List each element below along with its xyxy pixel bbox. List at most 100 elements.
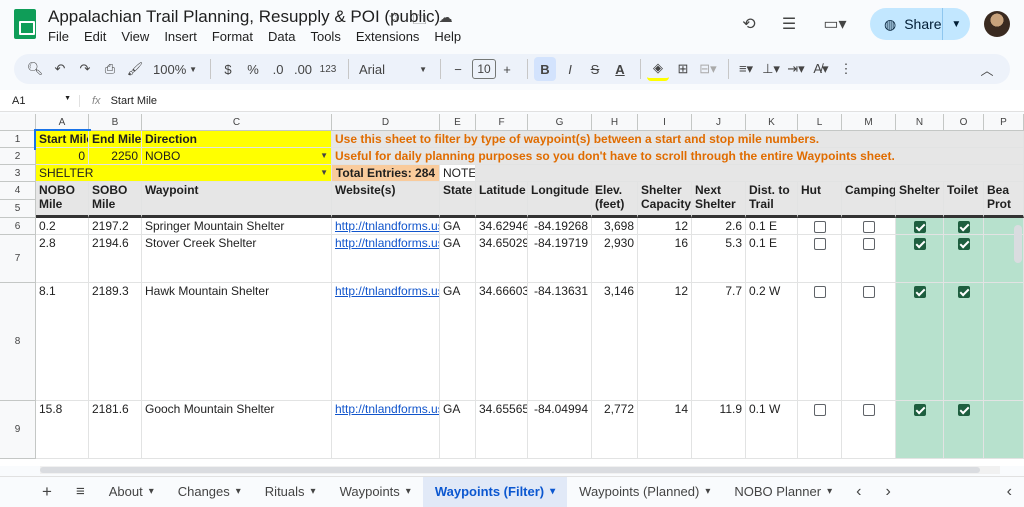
italic-button[interactable]: I — [559, 57, 581, 81]
column-header-P[interactable]: P — [984, 114, 1024, 131]
header-sobo[interactable]: SOBO Mile — [89, 182, 142, 218]
name-box[interactable]: A1 ▼ — [0, 94, 80, 107]
header-hut[interactable]: Hut — [798, 182, 842, 218]
header-state[interactable]: State — [440, 182, 476, 218]
hut-checkbox-cell[interactable] — [798, 283, 842, 401]
text-wrap-icon[interactable]: ⇥▾ — [785, 57, 807, 81]
zoom-select[interactable]: 100% ▼ — [149, 57, 201, 81]
header-waypoint[interactable]: Waypoint — [142, 182, 332, 218]
row-header-3[interactable]: 3 — [0, 165, 36, 182]
strikethrough-icon[interactable]: S — [584, 57, 606, 81]
toilet-checkbox[interactable] — [957, 221, 970, 233]
website-link[interactable]: http://tnlandforms.us/a — [332, 218, 440, 235]
sheet-tab-waypoints-filter[interactable]: Waypoints (Filter) ▾ — [422, 476, 568, 507]
header-cap[interactable]: Shelter Capacity — [638, 182, 692, 218]
waypoint-name-cell[interactable]: Stover Creek Shelter — [142, 235, 332, 283]
document-title[interactable]: Appalachian Trail Planning, Resupply & P… — [48, 7, 440, 27]
sheet-tab-changes[interactable]: Changes ▾ — [166, 477, 253, 507]
column-header-J[interactable]: J — [692, 114, 746, 131]
column-header-H[interactable]: H — [592, 114, 638, 131]
sheet-tab-rituals[interactable]: Rituals ▾ — [253, 477, 328, 507]
currency-format-button[interactable]: $ — [217, 57, 239, 81]
camping-checkbox-cell[interactable] — [842, 283, 896, 401]
column-header-O[interactable]: O — [944, 114, 984, 131]
redo-icon[interactable]: ↷ — [74, 57, 96, 81]
column-header-N[interactable]: N — [896, 114, 944, 131]
row-header-5[interactable]: 5 — [0, 200, 36, 218]
website-link[interactable]: http://tnlandforms.us/a — [332, 401, 440, 459]
menu-data[interactable]: Data — [268, 29, 295, 44]
row-header-6[interactable]: 6 — [0, 218, 36, 235]
toilet-checkbox-cell[interactable] — [944, 283, 984, 401]
direction-dropdown[interactable]: NOBO ▼ — [142, 148, 332, 165]
toilet-checkbox[interactable] — [957, 404, 970, 416]
header-shelter[interactable]: Shelter — [896, 182, 944, 218]
column-header-M[interactable]: M — [842, 114, 896, 131]
menu-extensions[interactable]: Extensions — [356, 29, 420, 44]
info-text-2[interactable]: Useful for daily planning purposes so yo… — [332, 148, 1024, 165]
column-header-I[interactable]: I — [638, 114, 692, 131]
borders-icon[interactable]: ⊞ — [672, 57, 694, 81]
collapse-toolbar-icon[interactable]: ︿ — [976, 57, 998, 81]
collapse-sidepanel-icon[interactable]: ‹ — [995, 477, 1024, 507]
add-sheet-icon[interactable]: + — [30, 477, 64, 507]
next-shelter-cell[interactable]: 5.3 — [692, 235, 746, 283]
hut-checkbox-cell[interactable] — [798, 218, 842, 235]
sobo-mile-cell[interactable]: 2197.2 — [89, 218, 142, 235]
vertical-align-icon[interactable]: ⊥▾ — [760, 57, 782, 81]
paint-format-icon[interactable]: 🖌︎ — [124, 57, 146, 81]
waypoint-name-cell[interactable]: Springer Mountain Shelter — [142, 218, 332, 235]
info-text-1[interactable]: Use this sheet to filter by type of wayp… — [332, 131, 1024, 148]
nobo-mile-cell[interactable]: 15.8 — [36, 401, 89, 459]
next-shelter-cell[interactable]: 11.9 — [692, 401, 746, 459]
elevation-cell[interactable]: 2,930 — [592, 235, 638, 283]
menu-tools[interactable]: Tools — [310, 29, 340, 44]
camping-checkbox[interactable] — [862, 404, 875, 416]
row-header-8[interactable]: 8 — [0, 283, 36, 401]
dist-to-trail-cell[interactable]: 0.1 W — [746, 401, 798, 459]
hut-checkbox-cell[interactable] — [798, 401, 842, 459]
header-dist[interactable]: Dist. to Trail — [746, 182, 798, 218]
latitude-cell[interactable]: 34.62946 — [476, 218, 528, 235]
merge-cells-icon[interactable]: ⊟▾ — [697, 57, 719, 81]
end-mile-value[interactable]: 2250 — [89, 148, 142, 165]
next-shelter-cell[interactable]: 2.6 — [692, 218, 746, 235]
bear-protection-cell[interactable] — [984, 401, 1024, 459]
row-header-2[interactable]: 2 — [0, 148, 36, 165]
row-header-7[interactable]: 7 — [0, 235, 36, 283]
dist-to-trail-cell[interactable]: 0.2 W — [746, 283, 798, 401]
number-format-button[interactable]: 123 — [317, 57, 339, 81]
column-header-F[interactable]: F — [476, 114, 528, 131]
shelter-checkbox-cell[interactable] — [896, 283, 944, 401]
print-icon[interactable]: ⎙ — [99, 57, 121, 81]
history-icon[interactable]: ⟲ — [738, 13, 760, 35]
camping-checkbox-cell[interactable] — [842, 235, 896, 283]
state-cell[interactable]: GA — [440, 283, 476, 401]
menu-format[interactable]: Format — [212, 29, 253, 44]
column-header-D[interactable]: D — [332, 114, 440, 131]
menu-insert[interactable]: Insert — [164, 29, 197, 44]
state-cell[interactable]: GA — [440, 235, 476, 283]
menu-view[interactable]: View — [121, 29, 149, 44]
nobo-mile-cell[interactable]: 2.8 — [36, 235, 89, 283]
longitude-cell[interactable]: -84.04994 — [528, 401, 592, 459]
dist-to-trail-cell[interactable]: 0.1 E — [746, 235, 798, 283]
header-elev[interactable]: Elev. (feet) — [592, 182, 638, 218]
column-header-E[interactable]: E — [440, 114, 476, 131]
camping-checkbox[interactable] — [862, 238, 875, 250]
font-size-increase-icon[interactable]: + — [496, 57, 518, 81]
sobo-mile-cell[interactable]: 2181.6 — [89, 401, 142, 459]
row-header-9[interactable]: 9 — [0, 401, 36, 459]
shelter-capacity-cell[interactable]: 12 — [638, 218, 692, 235]
shelter-checkbox[interactable] — [913, 221, 926, 233]
website-link[interactable]: http://tnlandforms.us/a — [332, 283, 440, 401]
nobo-mile-cell[interactable]: 0.2 — [36, 218, 89, 235]
shelter-checkbox[interactable] — [913, 238, 926, 250]
longitude-cell[interactable]: -84.19719 — [528, 235, 592, 283]
menu-edit[interactable]: Edit — [84, 29, 106, 44]
column-header-G[interactable]: G — [528, 114, 592, 131]
total-entries-label[interactable]: Total Entries: 284 — [332, 165, 440, 182]
next-shelter-cell[interactable]: 7.7 — [692, 283, 746, 401]
shelter-checkbox-cell[interactable] — [896, 235, 944, 283]
sobo-mile-cell[interactable]: 2189.3 — [89, 283, 142, 401]
